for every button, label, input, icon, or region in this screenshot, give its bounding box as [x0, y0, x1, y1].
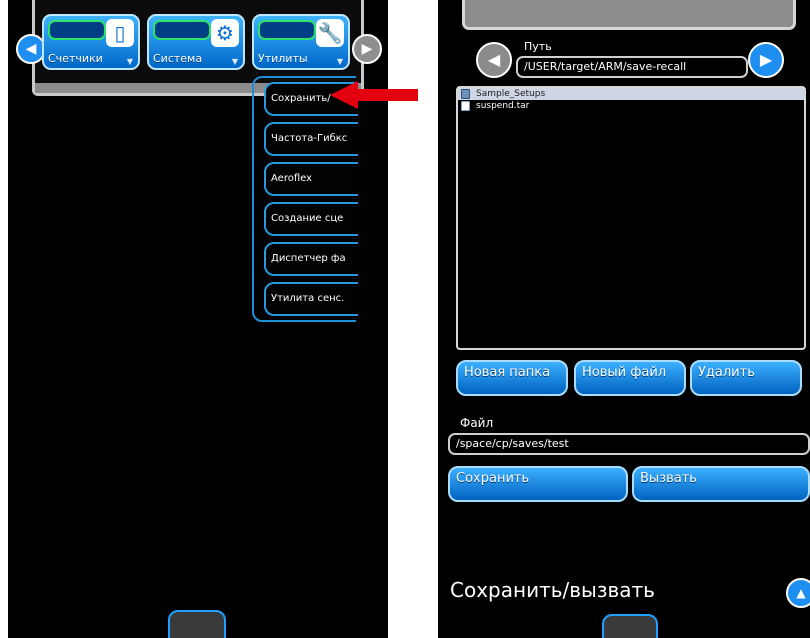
- tab-utilities[interactable]: 🔧 Утилиты ▼: [252, 14, 350, 70]
- new-folder-button[interactable]: Новая папка: [456, 360, 568, 396]
- path-back-button[interactable]: ◀: [476, 42, 512, 78]
- dropdown-item-file-manager[interactable]: Диспетчер фа: [264, 242, 358, 276]
- tab-system-label: Система: [153, 52, 203, 65]
- path-forward-button[interactable]: ▶: [748, 42, 784, 78]
- page-title: Сохранить/вызвать: [450, 578, 655, 602]
- file-path-field[interactable]: /space/cp/saves/test: [448, 433, 810, 455]
- chevron-down-icon: ▼: [231, 57, 238, 66]
- list-item[interactable]: Sample_Setups: [458, 88, 804, 100]
- tab-highlight: [153, 20, 211, 40]
- delete-button[interactable]: Удалить: [690, 360, 802, 396]
- tab-highlight: [258, 20, 316, 40]
- wrench-icon: 🔧: [316, 19, 344, 47]
- save-button[interactable]: Сохранить: [448, 466, 628, 502]
- top-bar: [462, 0, 796, 30]
- dropdown-item-aeroflex[interactable]: Aeroflex: [264, 162, 358, 196]
- counter-icon: ▯: [106, 19, 134, 47]
- chevron-down-icon: ▼: [336, 57, 343, 66]
- path-label: Путь: [524, 40, 552, 53]
- gear-icon: ⚙: [211, 19, 239, 47]
- utilities-dropdown: Сохранить/ Частота-Гибкс Aeroflex Создан…: [252, 76, 358, 322]
- red-arrow-icon: [330, 81, 418, 109]
- menu-next-button[interactable]: ▶: [352, 34, 382, 64]
- recall-button[interactable]: Вызвать: [632, 466, 810, 502]
- path-field[interactable]: /USER/target/ARM/save-recall: [516, 56, 748, 78]
- file-name: suspend.tar: [476, 101, 530, 111]
- dropdown-item-create-scenario[interactable]: Создание сце: [264, 202, 358, 236]
- file-icon: [461, 101, 470, 111]
- tab-utilities-label: Утилиты: [258, 52, 308, 65]
- dropdown-item-sensor-utility[interactable]: Утилита сенс.: [264, 282, 358, 316]
- collapse-button[interactable]: ▲: [786, 578, 810, 608]
- right-screen: ◀ Путь /USER/target/ARM/save-recall ▶ Sa…: [438, 0, 810, 638]
- new-file-button[interactable]: Новый файл: [574, 360, 686, 396]
- tab-counters[interactable]: ▯ Счетчики ▼: [42, 14, 140, 70]
- bottom-handle[interactable]: [168, 610, 226, 638]
- tab-highlight: [48, 20, 106, 40]
- file-label: Файл: [460, 416, 494, 430]
- folder-icon: [461, 89, 470, 99]
- dropdown-item-frequency[interactable]: Частота-Гибкс: [264, 122, 358, 156]
- bottom-handle[interactable]: [602, 614, 658, 638]
- chevron-down-icon: ▼: [126, 57, 133, 66]
- tab-system[interactable]: ⚙ Система ▼: [147, 14, 245, 70]
- file-list[interactable]: Sample_Setups suspend.tar: [456, 86, 806, 350]
- file-name: Sample_Setups: [476, 89, 546, 99]
- list-item[interactable]: suspend.tar: [458, 100, 804, 112]
- tab-counters-label: Счетчики: [48, 52, 103, 65]
